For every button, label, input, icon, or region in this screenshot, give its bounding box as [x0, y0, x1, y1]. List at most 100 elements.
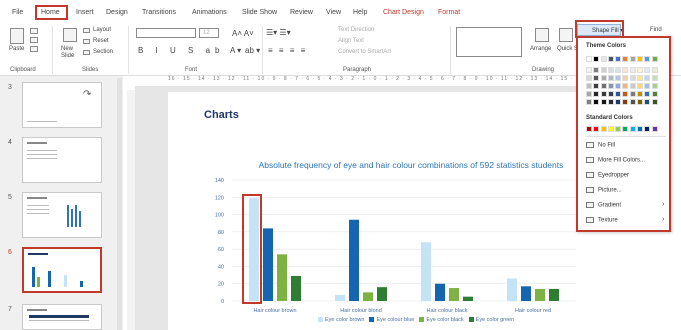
color-swatch[interactable] — [586, 75, 592, 81]
find-button[interactable]: Find — [650, 27, 662, 33]
tab-slideshow[interactable]: Slide Show — [242, 9, 277, 16]
picture-option[interactable]: Picture... — [586, 187, 622, 194]
color-swatch[interactable] — [607, 56, 614, 62]
color-swatch[interactable] — [622, 83, 629, 89]
color-swatch[interactable] — [586, 99, 592, 105]
color-swatch[interactable] — [622, 56, 629, 62]
chart-title[interactable]: Absolute frequency of eye and hair colou… — [256, 159, 566, 171]
color-swatch[interactable] — [629, 67, 636, 73]
color-swatch[interactable] — [600, 99, 607, 105]
format-painter-icon[interactable] — [30, 46, 38, 52]
color-swatch[interactable] — [637, 91, 644, 97]
reset-button[interactable]: Reset — [93, 38, 109, 44]
legend-entry[interactable]: Eye color brown — [318, 317, 364, 323]
color-swatch[interactable] — [607, 126, 614, 132]
color-swatch[interactable] — [615, 99, 622, 105]
chart-bar[interactable] — [507, 278, 517, 301]
tab-format[interactable]: Format — [438, 9, 460, 16]
tab-transitions[interactable]: Transitions — [142, 9, 176, 16]
no-fill-option[interactable]: No Fill — [586, 142, 615, 149]
color-swatch[interactable] — [644, 83, 651, 89]
tab-animations[interactable]: Animations — [192, 9, 227, 16]
chart-bar[interactable] — [421, 242, 431, 301]
color-swatch[interactable] — [651, 83, 658, 89]
legend-entry[interactable]: Eye color black — [419, 317, 464, 323]
color-swatch[interactable] — [586, 67, 592, 73]
color-swatch[interactable] — [651, 56, 658, 62]
color-swatch[interactable] — [637, 67, 644, 73]
eyedropper-option[interactable]: Eyedropper — [586, 172, 629, 179]
chart-bar[interactable] — [535, 288, 545, 301]
chart-bar[interactable] — [349, 219, 359, 301]
color-swatch[interactable] — [586, 83, 592, 89]
color-swatch[interactable] — [637, 83, 644, 89]
color-swatch[interactable] — [615, 91, 622, 97]
color-swatch[interactable] — [637, 56, 644, 62]
color-swatch[interactable] — [622, 75, 629, 81]
color-swatch[interactable] — [651, 126, 658, 132]
paste-icon[interactable] — [10, 28, 24, 44]
color-swatch[interactable] — [622, 126, 629, 132]
color-swatch[interactable] — [607, 67, 614, 73]
color-swatch[interactable] — [629, 91, 636, 97]
tab-insert[interactable]: Insert — [76, 9, 94, 16]
color-swatch[interactable] — [622, 67, 629, 73]
color-swatch[interactable] — [600, 91, 607, 97]
color-swatch[interactable] — [644, 56, 651, 62]
new-slide-icon[interactable] — [63, 28, 77, 42]
color-swatch[interactable] — [644, 99, 651, 105]
arrange-icon[interactable] — [535, 28, 549, 42]
font-color-icon[interactable]: A ▾ — [230, 46, 241, 55]
section-button[interactable]: Section — [93, 49, 113, 55]
chart-bar[interactable] — [363, 292, 373, 301]
slide-thumbnail[interactable] — [22, 192, 102, 238]
color-swatch[interactable] — [637, 75, 644, 81]
shapes-gallery[interactable] — [456, 27, 522, 57]
copy-icon[interactable] — [30, 37, 38, 43]
color-swatch[interactable] — [622, 99, 629, 105]
color-swatch[interactable] — [600, 75, 607, 81]
chart-bar[interactable] — [549, 288, 559, 301]
color-swatch[interactable] — [615, 56, 622, 62]
color-swatch[interactable] — [651, 99, 658, 105]
color-swatch[interactable] — [629, 56, 636, 62]
bullets-icon[interactable]: ☰▾ ☰▾ — [266, 28, 291, 37]
slide-thumbnail[interactable] — [22, 304, 102, 330]
color-swatch[interactable] — [593, 99, 600, 105]
arrange-button[interactable]: Arrange — [530, 46, 551, 52]
chart-bar[interactable] — [449, 288, 459, 301]
color-swatch[interactable] — [607, 75, 614, 81]
color-swatch[interactable] — [600, 56, 607, 62]
color-swatch[interactable] — [593, 56, 600, 62]
color-swatch[interactable] — [651, 67, 658, 73]
chart-bar[interactable] — [291, 275, 301, 301]
color-swatch[interactable] — [593, 67, 600, 73]
more-fill-colors-option[interactable]: More Fill Colors... — [586, 157, 645, 164]
chart[interactable]: 0 20 40 60 80 100 120 140 Hair colour brown Hair … — [168, 92, 581, 330]
color-swatch[interactable] — [637, 99, 644, 105]
color-swatch[interactable] — [629, 75, 636, 81]
legend-entry[interactable]: Eye colour blue — [369, 317, 414, 323]
slide-thumbnail-active[interactable] — [22, 247, 102, 293]
color-swatch[interactable] — [644, 75, 651, 81]
color-swatch[interactable] — [644, 67, 651, 73]
slide-thumbnail[interactable]: ↷ — [22, 82, 102, 128]
color-swatch[interactable] — [629, 83, 636, 89]
chart-bar[interactable] — [435, 283, 445, 301]
color-swatch[interactable] — [651, 75, 658, 81]
font-format-buttons[interactable]: B I U S ab — [138, 46, 224, 55]
align-text-button[interactable]: Align Text — [338, 38, 364, 44]
color-swatch[interactable] — [600, 126, 607, 132]
color-swatch[interactable] — [593, 75, 600, 81]
color-swatch[interactable] — [607, 91, 614, 97]
grow-font-icon[interactable]: A˄ A˅ — [232, 29, 254, 38]
paste-label[interactable]: Paste — [9, 46, 24, 52]
color-swatch[interactable] — [615, 75, 622, 81]
chart-bar[interactable] — [521, 286, 531, 301]
chart-bar[interactable] — [277, 254, 287, 301]
color-swatch[interactable] — [607, 99, 614, 105]
color-swatch[interactable] — [629, 99, 636, 105]
color-swatch[interactable] — [600, 67, 607, 73]
quick-styles-icon[interactable] — [559, 28, 573, 42]
chart-bar[interactable] — [377, 287, 387, 301]
